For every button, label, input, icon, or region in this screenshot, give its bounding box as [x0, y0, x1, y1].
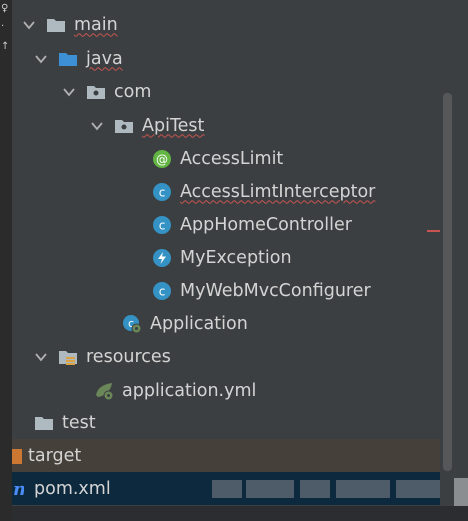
- class-icon: c: [152, 215, 172, 235]
- tree-item-label: MyWebMvcConfigurer: [180, 280, 371, 301]
- tree-item-apphomecontroller[interactable]: c AppHomeController: [12, 208, 468, 241]
- vertical-scrollbar[interactable]: [440, 0, 454, 521]
- tree-item-label: ApiTest: [142, 115, 205, 136]
- chevron-down-icon[interactable]: [62, 85, 76, 99]
- redacted-block: [212, 480, 242, 498]
- tree-item-resources[interactable]: resources: [12, 340, 468, 373]
- svg-text:c: c: [159, 284, 166, 298]
- chevron-down-icon[interactable]: [22, 18, 36, 32]
- tree-item-label: resources: [86, 346, 171, 367]
- tree-item-com[interactable]: com: [12, 75, 468, 108]
- scrollbar-thumb[interactable]: [443, 93, 452, 471]
- chevron-down-icon[interactable]: [90, 119, 104, 133]
- redacted-block: [300, 480, 330, 498]
- corner-box: [454, 478, 468, 506]
- maven-icon: m: [12, 479, 24, 499]
- folder-icon: [34, 413, 54, 433]
- svg-text:c: c: [159, 218, 166, 232]
- left-tool-gutter: ♀ · ↑: [0, 0, 12, 521]
- class-icon: c: [152, 182, 172, 202]
- folder-icon: [46, 15, 66, 35]
- svg-text:m: m: [13, 479, 24, 499]
- package-icon: [86, 82, 106, 102]
- spring-boot-class-icon: c: [122, 314, 142, 334]
- redacted-block: [336, 480, 390, 498]
- class-icon: c: [152, 281, 172, 301]
- tree-item-label: target: [28, 445, 82, 466]
- tree-item-main[interactable]: main: [12, 8, 464, 41]
- svg-text:c: c: [159, 185, 166, 199]
- spring-yml-icon: [94, 381, 114, 401]
- tree-item-mywebmvcconfigurer[interactable]: c MyWebMvcConfigurer: [12, 274, 468, 307]
- svg-text:@: @: [156, 152, 168, 166]
- tree-item-accesslimtinterceptor[interactable]: c AccessLimtInterceptor: [12, 175, 468, 208]
- tree-item-label: main: [74, 14, 118, 35]
- gutter-glyph: ↑: [1, 41, 10, 52]
- resources-folder-icon: [58, 347, 78, 367]
- redacted-block: [246, 480, 294, 498]
- package-icon: [114, 116, 134, 136]
- tree-item-accesslimit[interactable]: @ AccessLimit: [12, 142, 468, 175]
- tree-item-label: Application: [150, 313, 248, 334]
- project-tree-panel: main java com ApiTest @ AccessLimit c Ac…: [12, 0, 454, 521]
- chevron-down-icon[interactable]: [34, 350, 48, 364]
- tree-item-java[interactable]: java: [12, 42, 468, 75]
- tree-item-label: AccessLimtInterceptor: [180, 181, 376, 202]
- tree-item-label: test: [62, 412, 96, 433]
- tree-item-application-yml[interactable]: application.yml: [12, 374, 468, 407]
- tree-item-label: AccessLimit: [180, 148, 284, 169]
- gutter-glyph: ♀: [1, 3, 9, 14]
- gutter-glyph: ·: [1, 21, 5, 32]
- tree-item-label: application.yml: [122, 380, 257, 401]
- tree-item-label: AppHomeController: [180, 214, 352, 235]
- source-folder-icon: [58, 49, 78, 69]
- tree-item-label: java: [86, 48, 123, 69]
- tree-item-target[interactable]: target: [12, 439, 454, 472]
- chevron-down-icon[interactable]: [34, 52, 48, 66]
- tree-item-label: com: [114, 81, 152, 102]
- tree-item-test[interactable]: test: [12, 406, 468, 439]
- excluded-folder-icon: [12, 446, 22, 466]
- tree-item-application[interactable]: c Application: [12, 307, 468, 340]
- tree-item-label: pom.xml: [34, 478, 111, 499]
- tree-item-myexception[interactable]: MyException: [12, 241, 468, 274]
- tree-item-label: MyException: [180, 247, 292, 268]
- project-tree-window: ♀ · ↑ main java com ApiTest @ AccessLimi…: [0, 0, 468, 521]
- exception-icon: [152, 248, 172, 268]
- redacted-block: [396, 480, 446, 498]
- tree-item-apitest[interactable]: ApiTest: [12, 109, 468, 142]
- bottom-cutoff-row: [12, 506, 468, 521]
- annotation-icon: @: [152, 149, 172, 169]
